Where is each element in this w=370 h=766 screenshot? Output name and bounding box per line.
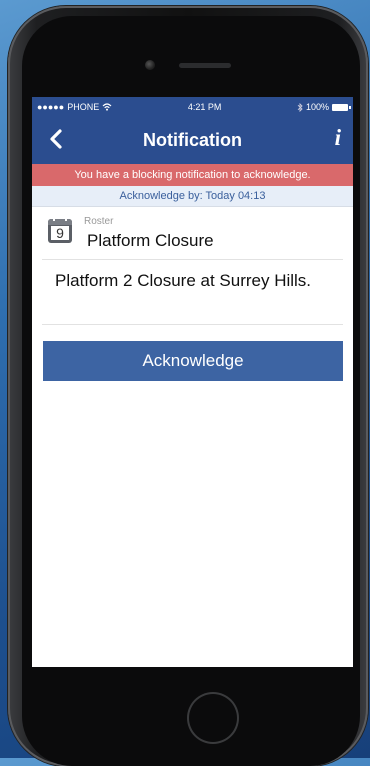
status-left: ●●●●● PHONE — [37, 102, 112, 112]
calendar-icon: 9 — [48, 217, 72, 243]
signal-dots-icon: ●●●●● — [37, 102, 65, 112]
nav-bar: Notification i — [32, 117, 353, 164]
battery-percent: 100% — [305, 102, 329, 112]
status-time: 4:21 PM — [187, 102, 222, 112]
notification-message: Platform 2 Closure at Surrey Hills. — [55, 271, 312, 290]
divider — [42, 324, 343, 325]
chevron-left-icon[interactable] — [45, 127, 69, 151]
acknowledge-button[interactable]: Acknowledge — [43, 341, 343, 381]
carrier-label: PHONE — [67, 102, 100, 112]
calendar-day: 9 — [51, 225, 69, 241]
status-bar: ●●●●● PHONE 4:21 PM 100% — [32, 97, 353, 117]
battery-icon — [331, 103, 351, 111]
blocking-alert-banner: You have a blocking notification to ackn… — [32, 164, 353, 186]
acknowledge-by-label: Acknowledge by: Today 04:13 — [32, 186, 353, 207]
home-button[interactable] — [187, 692, 239, 744]
speaker-grille — [179, 63, 231, 68]
wifi-icon — [102, 103, 112, 111]
page-title: Notification — [143, 130, 242, 150]
notification-title: Platform Closure — [87, 231, 214, 250]
app-screen: ●●●●● PHONE 4:21 PM 100% Notification i … — [32, 97, 353, 667]
notification-category: Roster — [84, 216, 114, 227]
info-button[interactable]: i — [335, 125, 341, 151]
camera-icon — [145, 60, 155, 70]
notification-header: 9 Roster Platform Closure — [32, 207, 353, 259]
calendar-icon-rings — [53, 217, 67, 221]
status-right: 100% — [297, 102, 351, 112]
bluetooth-icon — [297, 102, 303, 112]
